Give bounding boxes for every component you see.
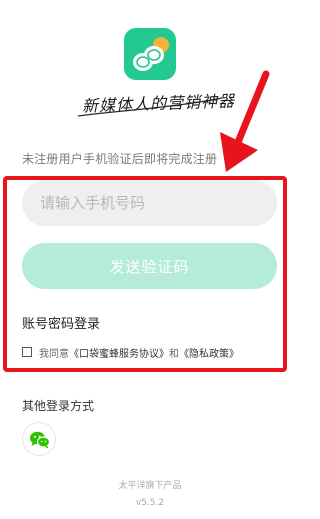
app-logo bbox=[124, 28, 176, 80]
agreement-conjunction: 和 bbox=[169, 348, 179, 360]
wechat-login-button[interactable] bbox=[22, 422, 56, 456]
slogan: 新媒体人的营销神器 bbox=[72, 86, 235, 122]
phone-number-input[interactable] bbox=[22, 180, 277, 226]
send-code-button[interactable]: 发送验证码 bbox=[22, 243, 277, 289]
other-login-title: 其他登录方式 bbox=[22, 399, 95, 413]
footer-company-text: 太平洋旗下产品 bbox=[118, 481, 182, 491]
privacy-policy-link[interactable]: 《隐私政策》 bbox=[179, 345, 239, 360]
agree-checkbox[interactable] bbox=[22, 347, 32, 357]
agreement-prefix: 我同意 bbox=[39, 348, 69, 360]
service-terms-link[interactable]: 《口袋蜜蜂服务协议》 bbox=[69, 345, 169, 360]
wechat-icon bbox=[30, 431, 51, 449]
bee-logo-icon bbox=[133, 37, 169, 71]
register-hint-text: 未注册用户手机验证后即将完成注册 bbox=[22, 152, 218, 166]
app-version-text: v5.5.2 bbox=[135, 498, 165, 508]
password-login-link[interactable]: 账号密码登录 bbox=[22, 313, 100, 332]
annotation-arrow-icon bbox=[220, 70, 270, 172]
login-page: 新媒体人的营销神器 未注册用户手机验证后即将完成注册 发送验证码 账号密码登录 … bbox=[0, 0, 300, 519]
agreement-row: 我同意 《口袋蜜蜂服务协议》 和 《隐私政策》 bbox=[22, 344, 239, 360]
